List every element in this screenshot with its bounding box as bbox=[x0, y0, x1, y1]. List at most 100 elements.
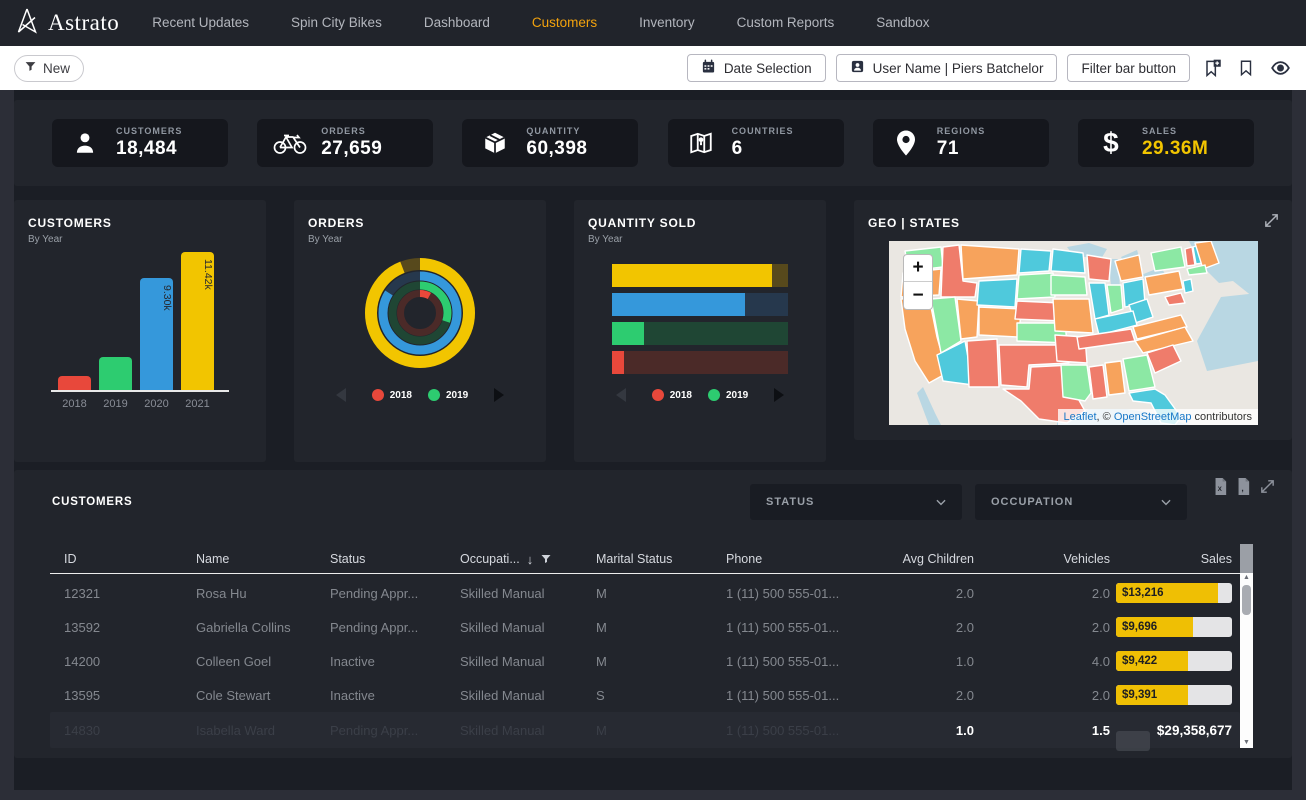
occupation-filter-dropdown[interactable]: OCCUPATION bbox=[975, 484, 1187, 520]
brand-name: Astrato bbox=[48, 10, 119, 36]
bar-2018[interactable] bbox=[58, 376, 91, 390]
scroll-down-icon[interactable]: ▼ bbox=[1243, 738, 1250, 748]
map-attribution: Leaflet, © OpenStreetMap contributors bbox=[1058, 409, 1259, 425]
col-sales[interactable]: Sales bbox=[1110, 552, 1240, 566]
hbar-2019[interactable] bbox=[612, 322, 788, 345]
bookmark-add-icon[interactable] bbox=[1200, 56, 1224, 80]
nav-item-spin-city-bikes[interactable]: Spin City Bikes bbox=[270, 0, 403, 46]
scroll-up-icon[interactable]: ▲ bbox=[1243, 573, 1250, 583]
date-selection-button[interactable]: Date Selection bbox=[687, 54, 826, 82]
col-id[interactable]: ID bbox=[50, 552, 182, 566]
legend-next-icon[interactable] bbox=[494, 388, 504, 402]
kpi-value: 6 bbox=[732, 138, 794, 160]
nav-item-sandbox[interactable]: Sandbox bbox=[855, 0, 950, 46]
legend-dot bbox=[372, 389, 384, 401]
legend-dot bbox=[428, 389, 440, 401]
nav-item-recent-updates[interactable]: Recent Updates bbox=[131, 0, 270, 46]
kpi-countries: COUNTRIES 6 bbox=[668, 119, 844, 167]
table-row[interactable]: 13592Gabriella CollinsPending Appr...Ski… bbox=[50, 610, 1240, 644]
bar-2021[interactable]: 11.42k bbox=[181, 252, 214, 390]
table-header: ID Name Status Occupati... ↓ Marital Sta… bbox=[50, 548, 1240, 570]
bicycle-icon bbox=[272, 130, 308, 156]
sales-bar: $9,422 bbox=[1116, 651, 1232, 671]
export-csv-icon[interactable]: , bbox=[1236, 478, 1251, 500]
legend-prev-icon[interactable] bbox=[616, 388, 626, 402]
status-filter-label: STATUS bbox=[766, 496, 814, 508]
sort-desc-icon[interactable]: ↓ bbox=[527, 552, 534, 567]
box-icon bbox=[477, 130, 513, 156]
zoom-in-button[interactable]: + bbox=[904, 255, 932, 282]
chart-subtitle: By Year bbox=[28, 234, 62, 245]
nav-item-customers[interactable]: Customers bbox=[511, 0, 618, 46]
table-scrollbar[interactable]: ▲ ▼ bbox=[1240, 573, 1253, 748]
kpi-label: QUANTITY bbox=[526, 126, 587, 136]
scrollbar-thumb[interactable] bbox=[1242, 585, 1251, 615]
user-button[interactable]: User Name | Piers Batchelor bbox=[836, 54, 1058, 82]
export-excel-icon[interactable]: X bbox=[1213, 478, 1228, 500]
hbar-2018[interactable] bbox=[612, 351, 788, 374]
sales-bar: $13,216 bbox=[1116, 583, 1232, 603]
totals-row: 14830 Isabella Ward Pending Appr... Skil… bbox=[50, 712, 1240, 748]
scrollbar-header-gap bbox=[1240, 544, 1253, 573]
table-row[interactable]: 14200Colleen GoelInactiveSkilled ManualM… bbox=[50, 644, 1240, 678]
col-status[interactable]: Status bbox=[316, 552, 446, 566]
nav-item-dashboard[interactable]: Dashboard bbox=[403, 0, 511, 46]
expand-icon[interactable] bbox=[1263, 212, 1280, 234]
chart-title: CUSTOMERS bbox=[28, 216, 112, 230]
col-name[interactable]: Name bbox=[182, 552, 316, 566]
legend-dot bbox=[652, 389, 664, 401]
kpi-orders: ORDERS 27,659 bbox=[257, 119, 433, 167]
filter-bar-button[interactable]: Filter bar button bbox=[1067, 54, 1190, 82]
geo-map-card: GEO | STATES + − bbox=[854, 200, 1292, 440]
table-row[interactable]: 12321Rosa HuPending Appr...Skilled Manua… bbox=[50, 576, 1240, 610]
table-title: CUSTOMERS bbox=[52, 496, 132, 508]
astrato-logo-icon bbox=[14, 7, 40, 40]
leaflet-map[interactable]: + − bbox=[889, 241, 1258, 425]
date-selection-label: Date Selection bbox=[724, 61, 812, 76]
legend-item-2019[interactable]: 2019 bbox=[708, 389, 748, 401]
quantity-legend: 2018 2019 bbox=[574, 388, 826, 402]
svg-text:,: , bbox=[1241, 483, 1243, 493]
kpi-value: 60,398 bbox=[526, 138, 587, 160]
expand-icon[interactable] bbox=[1259, 478, 1276, 500]
osm-link[interactable]: OpenStreetMap bbox=[1114, 411, 1192, 423]
col-vehicles[interactable]: Vehicles bbox=[974, 552, 1110, 566]
radial-chart[interactable] bbox=[315, 246, 525, 382]
kpi-customers: CUSTOMERS 18,484 bbox=[52, 119, 228, 167]
col-marital-status[interactable]: Marital Status bbox=[582, 552, 712, 566]
ghost-phone: 1 (11) 500 555-01... bbox=[712, 723, 874, 738]
legend-item-2018[interactable]: 2018 bbox=[652, 389, 692, 401]
hbar-chart[interactable] bbox=[612, 264, 788, 374]
person-icon bbox=[67, 130, 103, 156]
leaflet-link[interactable]: Leaflet bbox=[1064, 411, 1097, 423]
table-body: 12321Rosa HuPending Appr...Skilled Manua… bbox=[50, 576, 1240, 712]
hbar-2020[interactable] bbox=[612, 293, 788, 316]
kpi-value: 27,659 bbox=[321, 138, 382, 160]
legend-next-icon[interactable] bbox=[774, 388, 784, 402]
table-row[interactable]: 13595Cole StewartInactiveSkilled ManualS… bbox=[50, 678, 1240, 712]
sales-bar: $9,696 bbox=[1116, 617, 1232, 637]
charts-row: CUSTOMERS By Year 9.30k 11.42k 201820192… bbox=[14, 200, 1292, 462]
dashboard-content: CUSTOMERS 18,484 ORDERS 27,659 QUANTITY … bbox=[14, 90, 1292, 790]
legend-prev-icon[interactable] bbox=[336, 388, 346, 402]
status-filter-dropdown[interactable]: STATUS bbox=[750, 484, 962, 520]
col-phone[interactable]: Phone bbox=[712, 552, 874, 566]
filter-bar-label: Filter bar button bbox=[1081, 61, 1176, 76]
bar-2019[interactable] bbox=[99, 357, 132, 390]
zoom-out-button[interactable]: − bbox=[904, 282, 932, 309]
filter-funnel-icon[interactable] bbox=[540, 553, 552, 565]
brand[interactable]: Astrato bbox=[14, 7, 119, 40]
legend-item-2019[interactable]: 2019 bbox=[428, 389, 468, 401]
bookmark-icon[interactable] bbox=[1234, 56, 1258, 80]
nav-item-inventory[interactable]: Inventory bbox=[618, 0, 716, 46]
nav-item-custom-reports[interactable]: Custom Reports bbox=[716, 0, 856, 46]
us-states-map bbox=[889, 241, 1258, 425]
bar-2020[interactable]: 9.30k bbox=[140, 278, 173, 390]
eye-icon[interactable] bbox=[1268, 56, 1292, 80]
new-filter-chip[interactable]: New bbox=[14, 55, 84, 82]
hbar-2021[interactable] bbox=[612, 264, 788, 287]
col-avg-children[interactable]: Avg Children bbox=[874, 552, 974, 566]
bar-chart[interactable]: 9.30k 11.42k bbox=[51, 252, 229, 392]
col-occupation[interactable]: Occupati... ↓ bbox=[446, 552, 582, 567]
legend-item-2018[interactable]: 2018 bbox=[372, 389, 412, 401]
